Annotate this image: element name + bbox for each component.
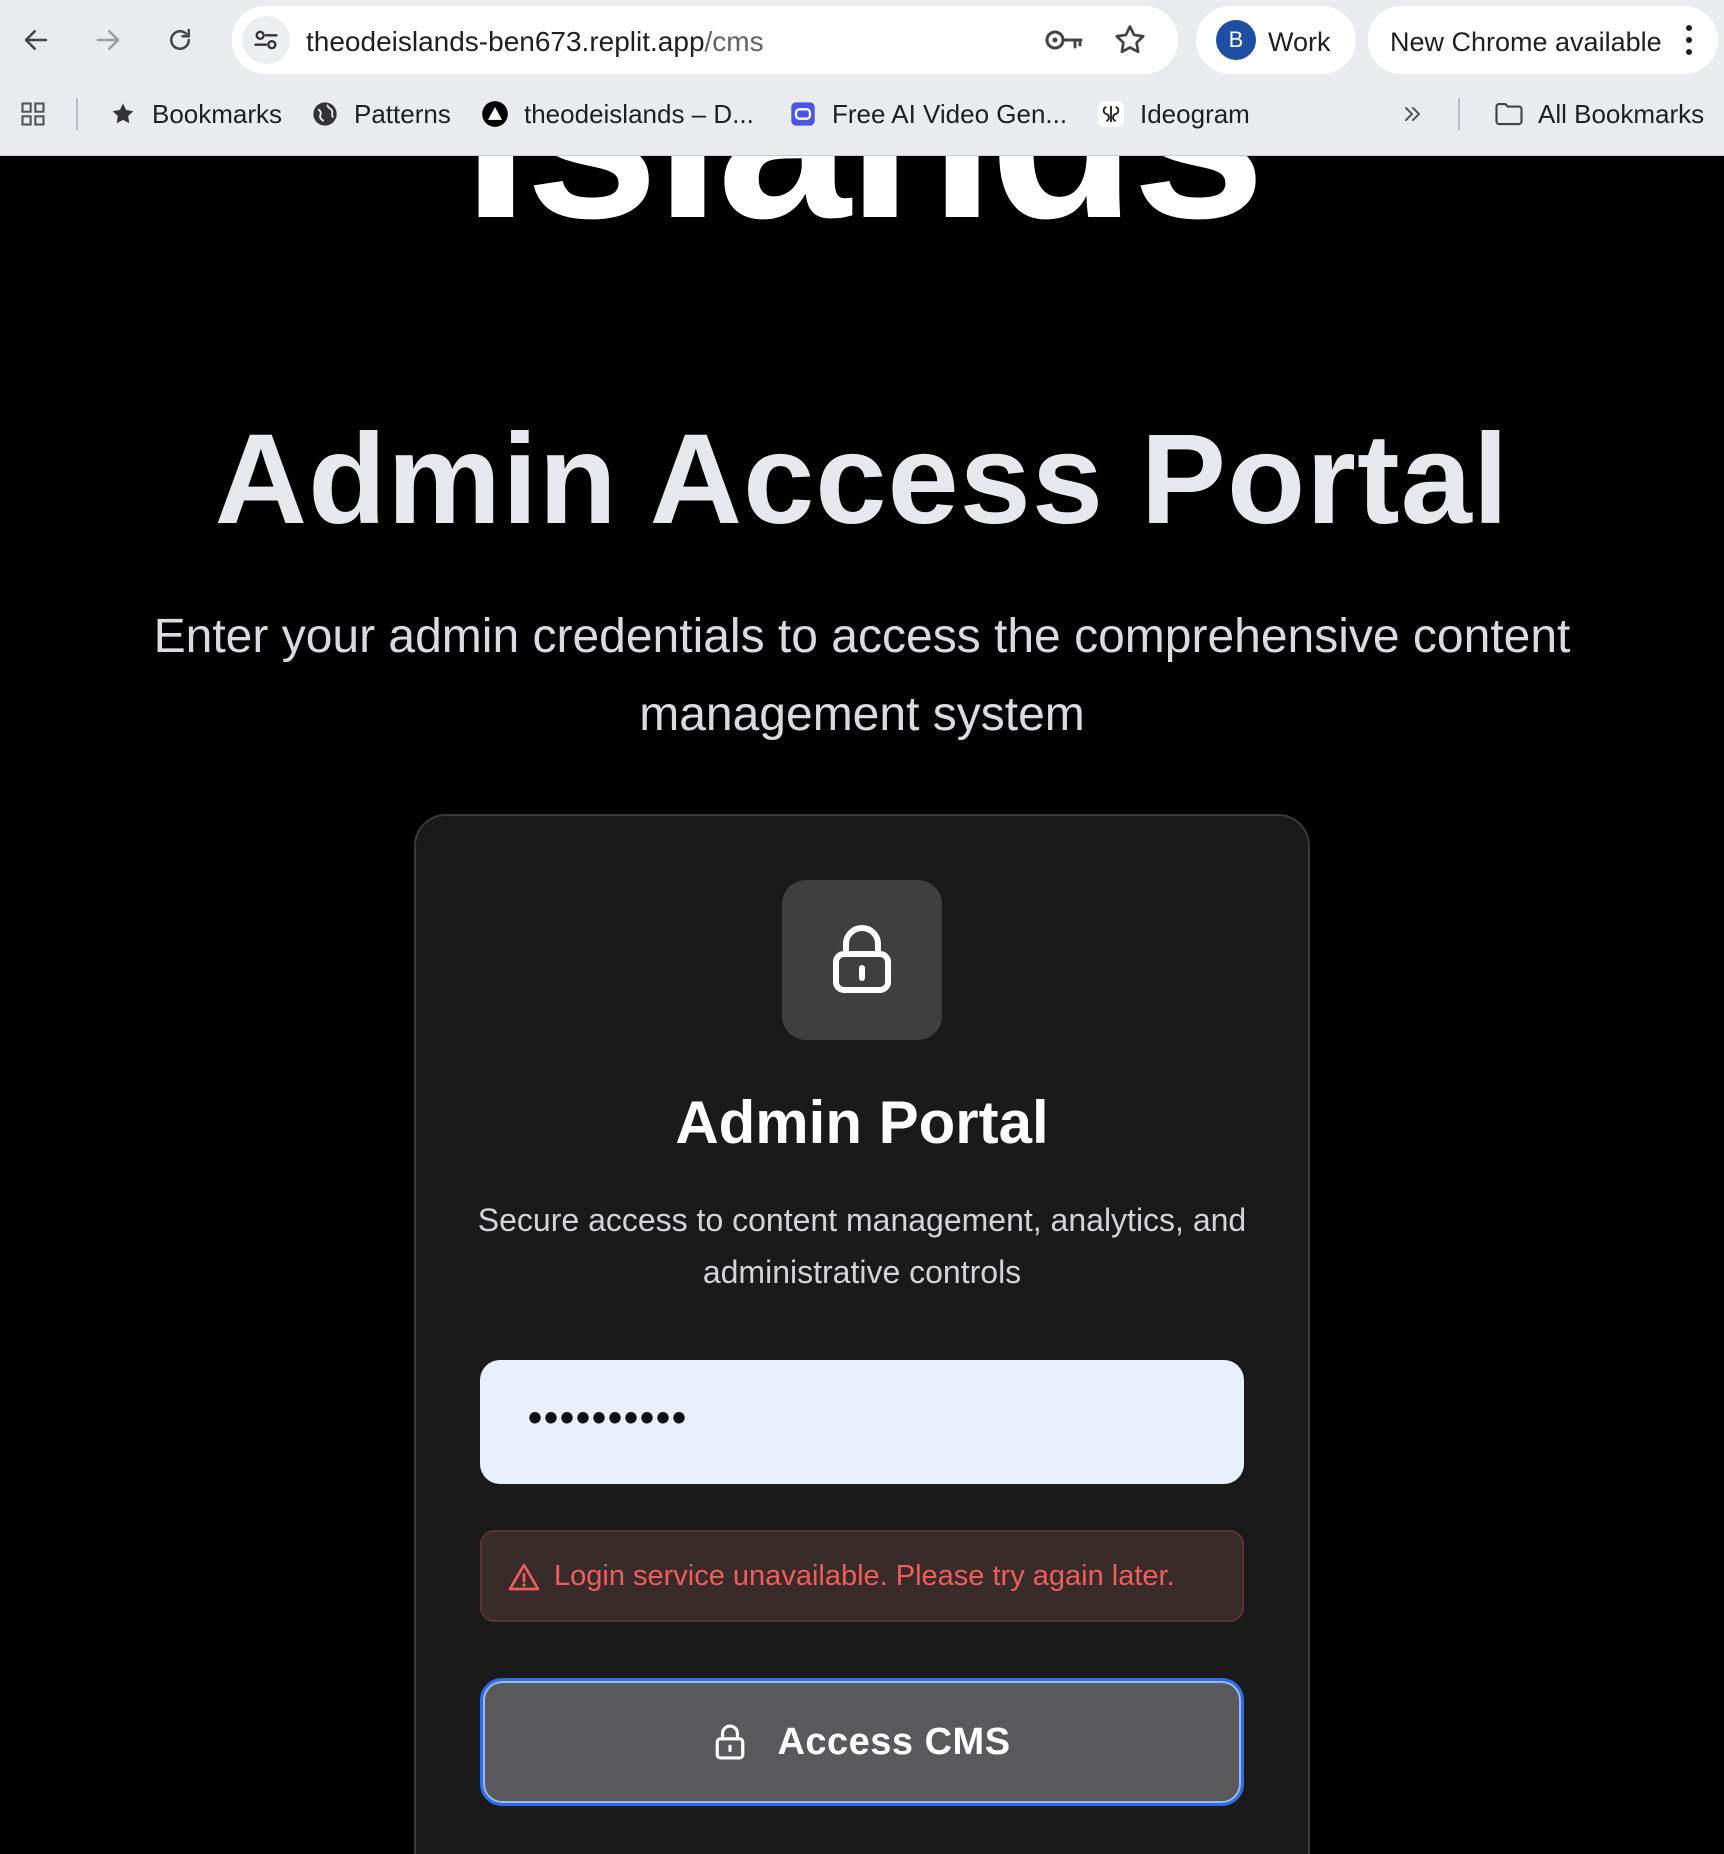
star-icon <box>108 99 138 129</box>
all-bookmarks-label: All Bookmarks <box>1538 98 1705 129</box>
all-bookmarks-button[interactable]: All Bookmarks <box>1494 88 1704 140</box>
apps-button[interactable] <box>18 88 48 140</box>
url-text: theodeislands-ben673.replit.app/cms <box>306 26 764 58</box>
folder-icon <box>1494 99 1524 129</box>
page-viewport: Islands Admin Access Portal Enter your a… <box>0 156 1724 1854</box>
more-bookmarks-button[interactable] <box>1398 88 1428 140</box>
error-message: Login service unavailable. Please try ag… <box>554 1560 1175 1592</box>
lock-icon <box>716 1724 745 1760</box>
page-title: Admin Access Portal <box>214 408 1510 551</box>
url-path: /cms <box>704 26 764 57</box>
arrow-right-icon <box>96 30 120 50</box>
reload-icon <box>170 28 190 50</box>
password-value: •••••••••• <box>528 1396 689 1440</box>
url-host: theodeislands-ben673.replit.app <box>306 26 705 57</box>
globe-icon <box>310 99 340 129</box>
profile-button[interactable]: B Work <box>1196 6 1356 74</box>
browser-chrome: theodeislands-ben673.replit.app/cms B Wo… <box>0 0 1724 156</box>
vercel-triangle-icon <box>480 99 510 129</box>
chevron-double-right-icon <box>1398 99 1428 129</box>
forward-button[interactable] <box>84 16 132 64</box>
avatar: B <box>1216 20 1256 60</box>
bookmark-label: Ideogram <box>1140 98 1250 129</box>
more-menu-icon[interactable] <box>1674 20 1704 60</box>
video-app-icon <box>788 99 818 129</box>
bookmark-label: Free AI Video Gen... <box>832 98 1068 129</box>
card-title: Admin Portal <box>675 1089 1049 1156</box>
update-label: New Chrome available <box>1390 27 1662 57</box>
reload-button[interactable] <box>156 16 204 64</box>
address-bar[interactable]: theodeislands-ben673.replit.app/cms <box>232 6 1178 74</box>
password-key-icon[interactable] <box>1044 24 1084 56</box>
arrow-left-icon <box>24 30 48 50</box>
lock-badge <box>782 880 942 1040</box>
bookmark-label: Bookmarks <box>152 98 283 129</box>
bookmarks-divider <box>76 98 78 130</box>
card-description: Secure access to content management, ana… <box>477 1202 1247 1290</box>
access-cms-button[interactable]: Access CMS <box>480 1678 1244 1806</box>
bookmark-star-icon[interactable] <box>1112 22 1148 58</box>
chrome-update-button[interactable]: New Chrome available <box>1368 6 1718 74</box>
back-button[interactable] <box>12 16 60 64</box>
bookmark-ideogram[interactable]: Ideogram <box>1096 88 1250 140</box>
error-alert: Login service unavailable. Please try ag… <box>480 1530 1244 1622</box>
page-subtitle: Enter your admin credentials to access t… <box>153 610 1571 741</box>
bookmark-patterns[interactable]: Patterns <box>310 88 451 140</box>
warning-triangle-icon <box>508 1563 540 1591</box>
bookmark-bookmarks[interactable]: Bookmarks <box>108 88 282 140</box>
bookmarks-divider <box>1458 98 1460 130</box>
password-field[interactable]: •••••••••• <box>480 1360 1244 1484</box>
apps-grid-icon <box>18 99 48 129</box>
bookmark-label: theodeislands – D... <box>524 98 754 129</box>
lock-icon <box>833 925 891 993</box>
access-cms-label: Access CMS <box>777 1720 1011 1763</box>
bookmark-theodeislands[interactable]: theodeislands – D... <box>480 88 754 140</box>
login-card: Admin Portal Secure access to content ma… <box>414 814 1310 1854</box>
site-settings-icon[interactable] <box>242 16 290 64</box>
bookmarks-bar: Bookmarks Patterns theodeislands – D... … <box>0 88 1724 140</box>
ideogram-icon <box>1096 99 1126 129</box>
profile-name: Work <box>1268 27 1331 57</box>
hero-heading: Islands <box>0 156 1724 254</box>
bookmark-ai-video[interactable]: Free AI Video Gen... <box>788 88 1067 140</box>
bookmark-label: Patterns <box>354 98 451 129</box>
